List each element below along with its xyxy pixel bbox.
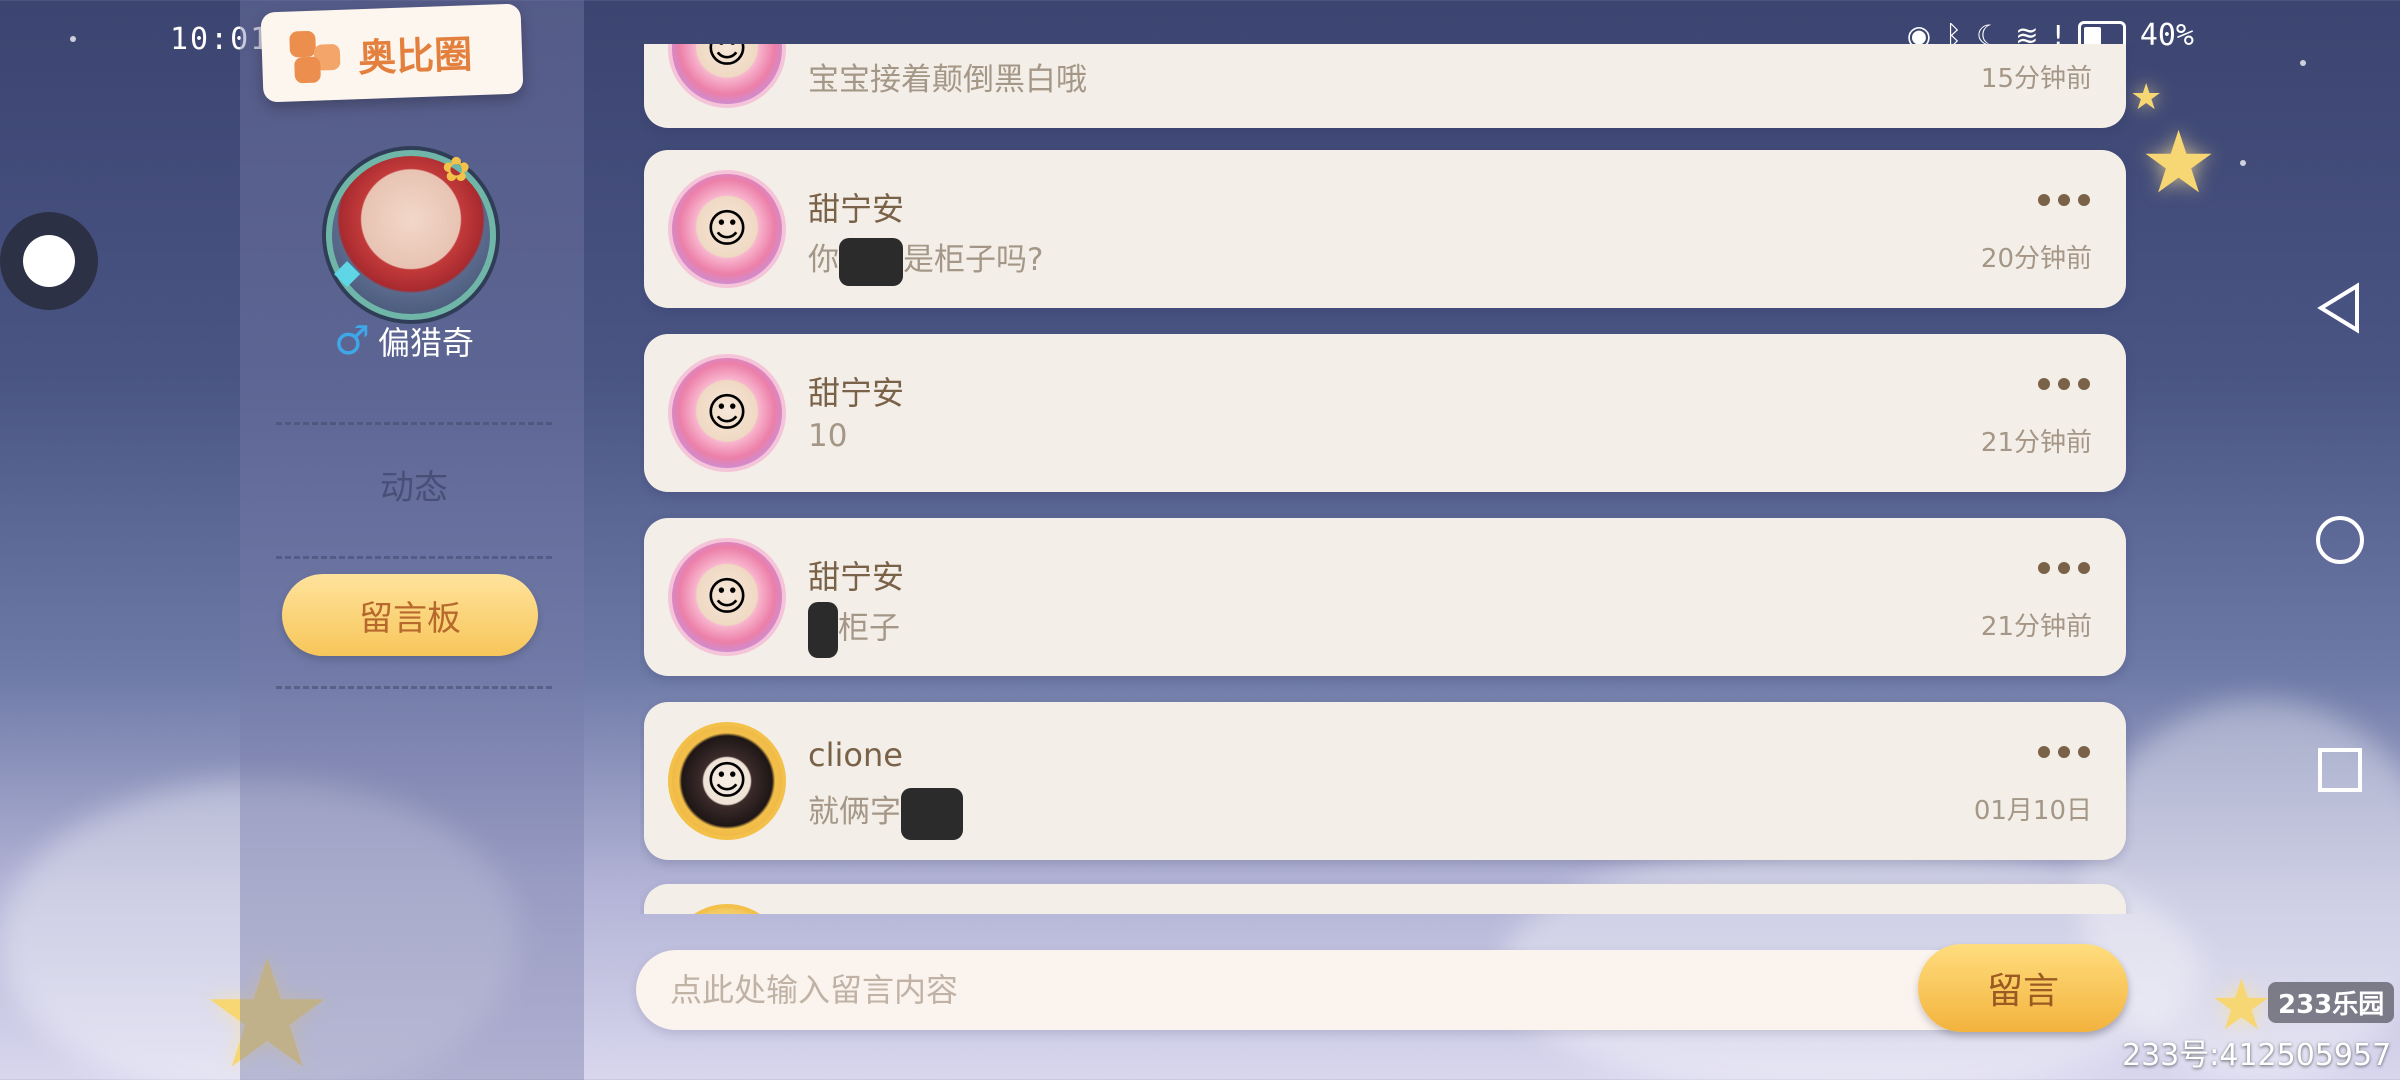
more-options-icon[interactable]: [2038, 746, 2090, 758]
message-list[interactable]: ☺ 宝宝接着颠倒黑白哦 15分钟前 ☺ 甜宁安 你 是柜子吗? 20分钟前 ☺ 甜…: [640, 44, 2136, 914]
message-card[interactable]: ☺ 甜宁安 你 是柜子吗? 20分钟前: [644, 150, 2126, 308]
sidebar-divider: [276, 686, 552, 689]
avatar-face-icon: ☺: [706, 206, 748, 252]
brand-tag[interactable]: 奥比圈: [260, 3, 524, 103]
redaction-mark: [808, 602, 838, 658]
decorative-star-icon: ★: [2140, 113, 2218, 213]
message-card[interactable]: ☺ 甜宁安 10 21分钟前: [644, 334, 2126, 492]
recent-square-icon: [2318, 748, 2362, 792]
message-author[interactable]: 甜宁安: [808, 552, 904, 598]
message-card[interactable]: ☺ 甜宁安 柜子 21分钟前: [644, 518, 2126, 676]
male-gender-icon: ♂: [334, 318, 370, 364]
nav-back-button[interactable]: [2312, 280, 2368, 336]
more-options-icon[interactable]: [2038, 194, 2090, 206]
send-message-button[interactable]: 留言: [1918, 944, 2128, 1032]
sidebar-divider: [276, 422, 552, 425]
user-avatar[interactable]: ☺: [668, 538, 786, 656]
message-time: 21分钟前: [1980, 428, 2092, 458]
message-content: 你 是柜子吗?: [808, 234, 1043, 286]
sidebar-item-message-board[interactable]: 留言板: [282, 574, 538, 656]
profile-name: 偏猎奇: [377, 324, 474, 362]
gem-decoration-icon: ◆: [334, 252, 361, 292]
avatar-face-icon: ☺: [706, 390, 748, 436]
message-content: 就俩字: [808, 786, 963, 840]
message-content-end: 是柜子吗?: [903, 242, 1044, 278]
user-avatar[interactable]: ☺: [668, 44, 786, 108]
floating-assistant-button[interactable]: [0, 212, 98, 310]
message-content: 宝宝接着颠倒黑白哦: [808, 62, 1087, 98]
message-input[interactable]: [670, 950, 1870, 1030]
floating-dot-icon: [23, 235, 75, 287]
avatar-face-icon: ☺: [706, 574, 748, 620]
profile-avatar[interactable]: ◆ ✿: [326, 150, 496, 320]
brand-name: 奥比圈: [357, 30, 473, 80]
message-card[interactable]: [644, 884, 2126, 914]
profile-name-row: ♂ 偏猎奇: [334, 318, 474, 364]
message-content: 柜子: [808, 602, 900, 658]
nav-home-button[interactable]: [2312, 512, 2368, 568]
message-content-start: 你: [808, 242, 839, 278]
message-content-start: 就俩字: [808, 794, 901, 830]
redaction-mark: [901, 787, 963, 840]
watermark-logo: 233乐园: [2268, 982, 2395, 1023]
nav-recent-button[interactable]: [2312, 742, 2368, 798]
user-avatar[interactable]: ☺: [668, 722, 786, 840]
user-avatar[interactable]: ☺: [668, 170, 786, 288]
message-author[interactable]: clione: [808, 736, 903, 774]
message-time: 20分钟前: [1980, 244, 2092, 274]
message-content: 10: [808, 418, 848, 454]
avatar-face-icon: ☺: [706, 758, 748, 804]
battery-percent: 40%: [2139, 18, 2194, 53]
sidebar-item-dongtai[interactable]: 动态: [284, 460, 544, 509]
more-options-icon[interactable]: [2038, 562, 2090, 574]
message-author[interactable]: 甜宁安: [808, 184, 904, 230]
message-card[interactable]: ☺ clione 就俩字 01月10日: [644, 702, 2126, 860]
message-composer: [636, 950, 2126, 1030]
home-circle-icon: [2316, 516, 2364, 564]
message-content-end: 柜子: [838, 610, 900, 647]
avatar-face-icon: ☺: [706, 44, 748, 72]
more-options-icon[interactable]: [2038, 378, 2090, 390]
sidebar-divider: [276, 556, 552, 559]
bow-decoration-icon: ✿: [442, 150, 471, 190]
user-avatar[interactable]: ☺: [668, 354, 786, 472]
message-time: 01月10日: [1973, 796, 2092, 826]
brand-logo-icon: [285, 26, 345, 86]
redaction-mark: [839, 237, 903, 286]
back-triangle-icon: [2317, 282, 2359, 334]
message-card[interactable]: ☺ 宝宝接着颠倒黑白哦 15分钟前: [644, 44, 2126, 128]
message-author[interactable]: 甜宁安: [808, 368, 904, 414]
message-time: 21分钟前: [1980, 612, 2092, 642]
user-avatar[interactable]: [668, 904, 786, 914]
message-time: 15分钟前: [1980, 64, 2092, 94]
watermark-id: 233号:412505957: [2122, 1038, 2392, 1073]
